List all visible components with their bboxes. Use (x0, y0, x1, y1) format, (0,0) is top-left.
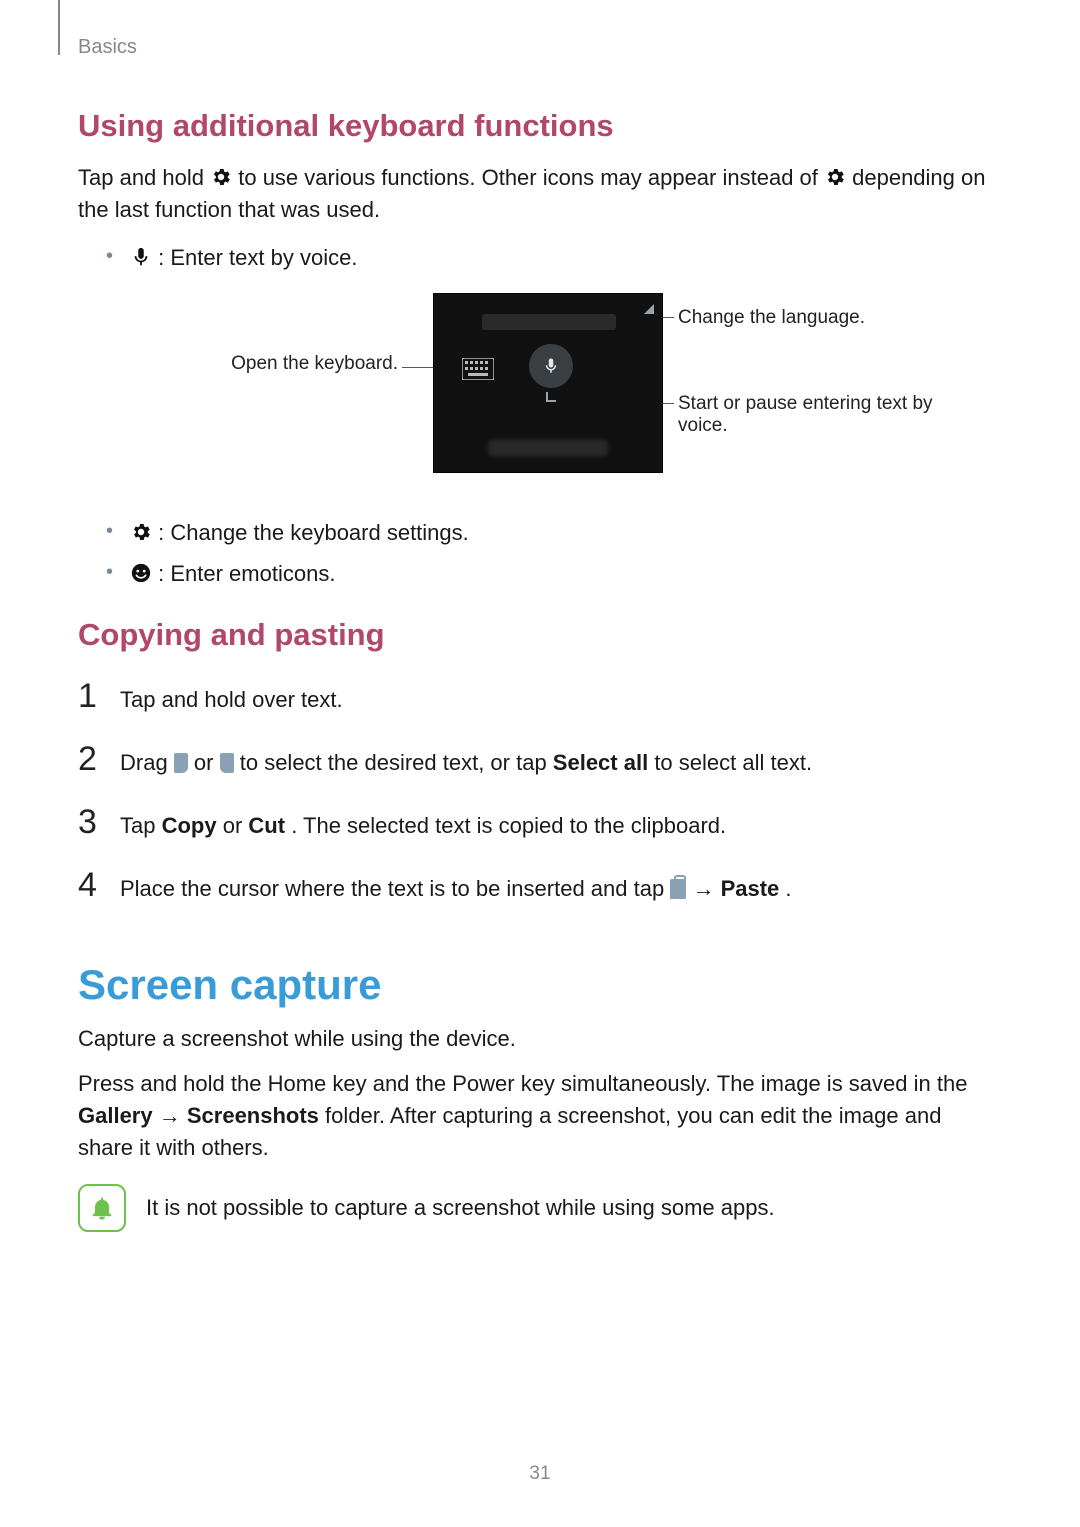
text: or (194, 750, 220, 775)
step-number: 2 (78, 742, 106, 776)
clipboard-icon (670, 879, 686, 899)
heading-screen-capture: Screen capture (78, 961, 1002, 1009)
bullet-list: : Enter text by voice. (106, 240, 1002, 275)
text: : Enter text by voice. (158, 245, 357, 270)
list-item: : Change the keyboard settings. (106, 515, 1002, 550)
callout-start-pause-voice: Start or pause entering text by voice. (678, 393, 938, 437)
select-all-label: Select all (553, 750, 648, 775)
mic-icon (130, 243, 152, 265)
language-indicator-icon (644, 304, 654, 314)
step-4: 4 Place the cursor where the text is to … (78, 868, 1002, 905)
bullet-list: : Change the keyboard settings. : Enter … (106, 515, 1002, 591)
callout-change-language: Change the language. (678, 307, 865, 329)
gear-icon (824, 165, 846, 187)
section-header: Basics (78, 36, 137, 59)
text: . The selected text is copied to the cli… (291, 813, 726, 838)
paragraph: Capture a screenshot while using the dev… (78, 1023, 1002, 1055)
paragraph: Press and hold the Home key and the Powe… (78, 1068, 1002, 1164)
page-number: 31 (0, 1463, 1080, 1485)
numbered-list: 1 Tap and hold over text. 2 Drag or to s… (78, 679, 1002, 904)
list-item: : Enter text by voice. (106, 240, 1002, 275)
text: to use various functions. Other icons ma… (238, 165, 824, 190)
text: Drag (120, 750, 174, 775)
text: Tap and hold (78, 165, 210, 190)
keyboard-icon (462, 358, 494, 380)
text: Tap (120, 813, 162, 838)
copy-label: Copy (162, 813, 217, 838)
step-2: 2 Drag or to select the desired text, or… (78, 742, 1002, 779)
emoticon-icon (130, 559, 152, 581)
note-text: It is not possible to capture a screensh… (146, 1184, 775, 1224)
gallery-label: Gallery (78, 1103, 153, 1128)
step-text: Tap Copy or Cut . The selected text is c… (120, 811, 1002, 842)
step-1: 1 Tap and hold over text. (78, 679, 1002, 716)
step-number: 4 (78, 868, 106, 902)
voice-input-diagram: Open the keyboard. Change the language. … (118, 293, 958, 493)
text: : Enter emoticons. (158, 561, 335, 586)
text: Place the cursor where the text is to be… (120, 876, 670, 901)
heading-copy-paste: Copying and pasting (78, 617, 1002, 653)
text: → (692, 876, 720, 901)
text: Press and hold the Home key and the Powe… (78, 1071, 967, 1096)
page-tab-marker (48, 0, 60, 55)
text: or (223, 813, 249, 838)
screenshots-label: Screenshots (187, 1103, 319, 1128)
callout-open-keyboard: Open the keyboard. (188, 353, 398, 375)
heading-keyboard-functions: Using additional keyboard functions (78, 108, 1002, 144)
blurred-text (488, 440, 608, 456)
cut-label: Cut (248, 813, 285, 838)
page-content: Using additional keyboard functions Tap … (78, 108, 1002, 1232)
gear-icon (130, 518, 152, 540)
text: : Change the keyboard settings. (158, 520, 469, 545)
intro-paragraph: Tap and hold to use various functions. O… (78, 162, 1002, 226)
step-number: 1 (78, 679, 106, 713)
selection-handle-right-icon (220, 753, 234, 773)
note-block: It is not possible to capture a screensh… (78, 1184, 1002, 1232)
mic-button (529, 344, 573, 388)
step-text: Drag or to select the desired text, or t… (120, 748, 1002, 779)
step-3: 3 Tap Copy or Cut . The selected text is… (78, 805, 1002, 842)
text: to select the desired text, or tap (240, 750, 553, 775)
step-text: Tap and hold over text. (120, 685, 1002, 716)
text: to select all text. (654, 750, 812, 775)
list-item: : Enter emoticons. (106, 556, 1002, 591)
gear-icon (210, 165, 232, 187)
callout-indicator (546, 392, 556, 402)
text-field-placeholder (482, 314, 616, 330)
step-number: 3 (78, 805, 106, 839)
step-text: Place the cursor where the text is to be… (120, 874, 1002, 905)
paste-label: Paste (721, 876, 780, 901)
selection-handle-left-icon (174, 753, 188, 773)
text: . (785, 876, 791, 901)
text: → (159, 1103, 187, 1128)
note-bell-icon (78, 1184, 126, 1232)
voice-input-screenshot (433, 293, 663, 473)
